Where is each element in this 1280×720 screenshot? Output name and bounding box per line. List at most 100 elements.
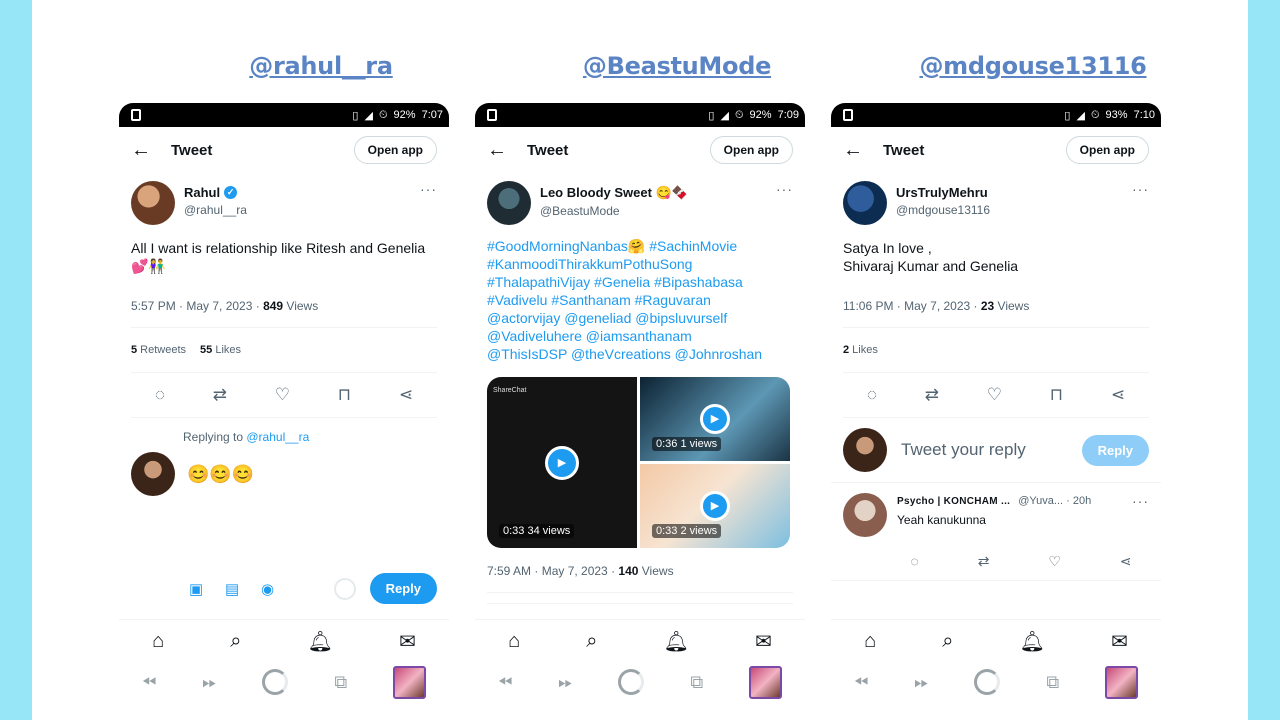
retweet-stat[interactable]: 5 Retweets	[131, 344, 186, 356]
tweet-actions: ◌ ⇄ ♡ ⊓ ⋖	[843, 373, 1149, 418]
bookmark-icon[interactable]: ⊓	[1050, 385, 1063, 405]
open-app-button[interactable]: Open app	[1065, 136, 1149, 164]
reply-tweet[interactable]: Psycho | KONCHAM ... @Yuva... · 20h ··· …	[831, 483, 1161, 537]
search-icon[interactable]: ⌕	[942, 630, 953, 653]
home-icon[interactable]: ⌂	[508, 630, 520, 653]
display-name[interactable]: Rahul	[184, 185, 220, 200]
tweet: UrsTrulyMehru @mdgouse13116 ··· Satya In…	[831, 173, 1161, 418]
home-icon[interactable]: ⌂	[864, 630, 876, 653]
views-label: Views	[283, 299, 319, 313]
bell-icon[interactable]: 🔔︎	[308, 629, 333, 654]
phone-screenshot-1: ▯ ◢ ⏲ 92% 7:07 ← Tweet Open app Rahul ✓ @…	[119, 103, 449, 720]
avatar[interactable]	[843, 181, 887, 225]
search-icon[interactable]: ⌕	[230, 630, 241, 653]
more-dots-icon[interactable]: ···	[1132, 493, 1149, 509]
comment-icon[interactable]: ◌	[867, 385, 877, 405]
tabs-icon[interactable]: ⧉	[690, 672, 703, 693]
video-thumbnail[interactable]: ▶ 0:33 2 views	[640, 464, 790, 548]
phone-screenshot-3: ▯ ◢ ⏲ 93% 7:10 ← Tweet Open app UrsTruly…	[831, 103, 1161, 720]
handle-title-2: @BeastuMode	[582, 52, 772, 80]
mail-icon[interactable]: ✉	[399, 629, 416, 654]
forward-icon[interactable]: ⏩︎	[914, 672, 928, 693]
tweet-stats: 5 Retweets 55 Likes	[131, 328, 437, 373]
tab-thumbnail[interactable]	[749, 665, 783, 699]
display-name[interactable]: Psycho | KONCHAM ...	[897, 496, 1010, 507]
play-icon[interactable]: ▶	[700, 491, 730, 521]
bottom-nav: ⌂ ⌕ 🔔︎ ✉	[831, 619, 1161, 663]
forward-icon[interactable]: ⏩︎	[202, 672, 216, 693]
retweet-icon[interactable]: ⇄	[925, 385, 939, 405]
play-icon[interactable]: ▶	[545, 445, 579, 480]
retweet-icon[interactable]: ⇄	[213, 385, 227, 405]
search-icon[interactable]: ⌕	[586, 630, 597, 653]
heart-icon[interactable]: ♡	[275, 385, 290, 405]
reply-input[interactable]: 😊😊😊	[187, 464, 254, 485]
username[interactable]: @rahul__ra	[184, 203, 420, 217]
rewind-icon[interactable]: ⏪︎	[142, 672, 156, 693]
share-icon[interactable]: ⋖	[399, 385, 413, 405]
video-info: 0:36 1 views	[652, 437, 722, 451]
like-stat[interactable]: 55 Likes	[200, 344, 241, 356]
tweet-time: · 20h	[1066, 495, 1092, 507]
tweet: Leo Bloody Sweet 😋🍫 @BeastuMode ··· #Goo…	[475, 173, 805, 630]
display-name[interactable]: UrsTrulyMehru	[896, 185, 988, 200]
tab-thumbnail[interactable]	[393, 665, 427, 699]
tweet-meta: 7:59 AM · May 7, 2023 · 140 Views	[487, 564, 793, 593]
reply-button[interactable]: Reply	[369, 573, 437, 604]
heart-icon[interactable]: ♡	[1048, 553, 1061, 570]
open-app-button[interactable]: Open app	[709, 136, 793, 164]
video-thumbnail[interactable]: ▶ 0:36 1 views	[640, 377, 790, 461]
tabs-icon[interactable]: ⧉	[1046, 672, 1059, 693]
comment-icon[interactable]: ◌	[155, 385, 165, 405]
username[interactable]: @BeastuMode	[540, 204, 776, 218]
rewind-icon[interactable]: ⏪︎	[854, 672, 868, 693]
avatar[interactable]	[843, 493, 887, 537]
bookmark-icon[interactable]: ⊓	[338, 385, 351, 405]
username[interactable]: @mdgouse13116	[896, 203, 1132, 217]
more-dots-icon[interactable]: ···	[420, 181, 437, 197]
more-dots-icon[interactable]: ···	[1132, 181, 1149, 197]
comment-icon[interactable]: ◌	[910, 553, 918, 570]
top-bar: ← Tweet Open app	[475, 127, 805, 173]
retweet-icon[interactable]: ⇄	[978, 553, 990, 570]
tab-thumbnail[interactable]	[1105, 665, 1139, 699]
video-duration: 0:36	[656, 438, 678, 450]
share-icon[interactable]: ⋖	[1120, 553, 1132, 570]
clock: 7:09	[777, 109, 799, 121]
loading-icon	[262, 669, 289, 695]
display-name[interactable]: Leo Bloody Sweet 😋🍫	[540, 185, 688, 201]
share-icon[interactable]: ⋖	[1111, 385, 1125, 405]
mail-icon[interactable]: ✉	[1111, 629, 1128, 654]
play-icon[interactable]: ▶	[700, 404, 730, 434]
avatar[interactable]	[487, 181, 531, 225]
tweet-text[interactable]: #GoodMorningNanbas🤗 #SachinMovie #Kanmoo…	[487, 237, 793, 363]
replying-to-handle[interactable]: @rahul__ra	[246, 430, 309, 444]
video-thumbnail[interactable]: ShareChat ▶ 0:33 34 views	[487, 377, 637, 548]
tweet-author: UrsTrulyMehru @mdgouse13116 ···	[843, 181, 1149, 225]
tweet-time: 5:57 PM · May 7, 2023 ·	[131, 299, 264, 313]
heart-icon[interactable]: ♡	[987, 385, 1002, 405]
home-icon[interactable]: ⌂	[152, 630, 164, 653]
arrow-left-icon[interactable]: ←	[487, 139, 527, 162]
like-stat[interactable]: 2 Likes	[843, 344, 878, 356]
char-count-ring	[333, 577, 356, 600]
rewind-icon[interactable]: ⏪︎	[498, 672, 512, 693]
reply-button[interactable]: Reply	[1081, 434, 1149, 466]
bell-icon[interactable]: 🔔︎	[664, 629, 689, 654]
browser-bar: ⏪︎ ⏩︎ ⧉	[119, 663, 449, 701]
tabs-icon[interactable]: ⧉	[334, 672, 347, 693]
mail-icon[interactable]: ✉	[755, 629, 772, 654]
image-icon[interactable]: ▣	[189, 580, 205, 598]
forward-icon[interactable]: ⏩︎	[558, 672, 572, 693]
arrow-left-icon[interactable]: ←	[843, 139, 883, 162]
location-icon[interactable]: ◉	[261, 580, 277, 598]
avatar[interactable]	[131, 181, 175, 225]
loading-icon	[974, 669, 1001, 695]
arrow-left-icon[interactable]: ←	[131, 139, 171, 162]
bell-icon[interactable]: 🔔︎	[1020, 629, 1045, 654]
more-dots-icon[interactable]: ···	[776, 181, 793, 197]
reply-input[interactable]: Tweet your reply	[901, 440, 1082, 460]
gif-icon[interactable]: ▤	[225, 580, 241, 598]
browser-bar: ⏪︎ ⏩︎ ⧉	[475, 663, 805, 701]
open-app-button[interactable]: Open app	[353, 136, 437, 164]
